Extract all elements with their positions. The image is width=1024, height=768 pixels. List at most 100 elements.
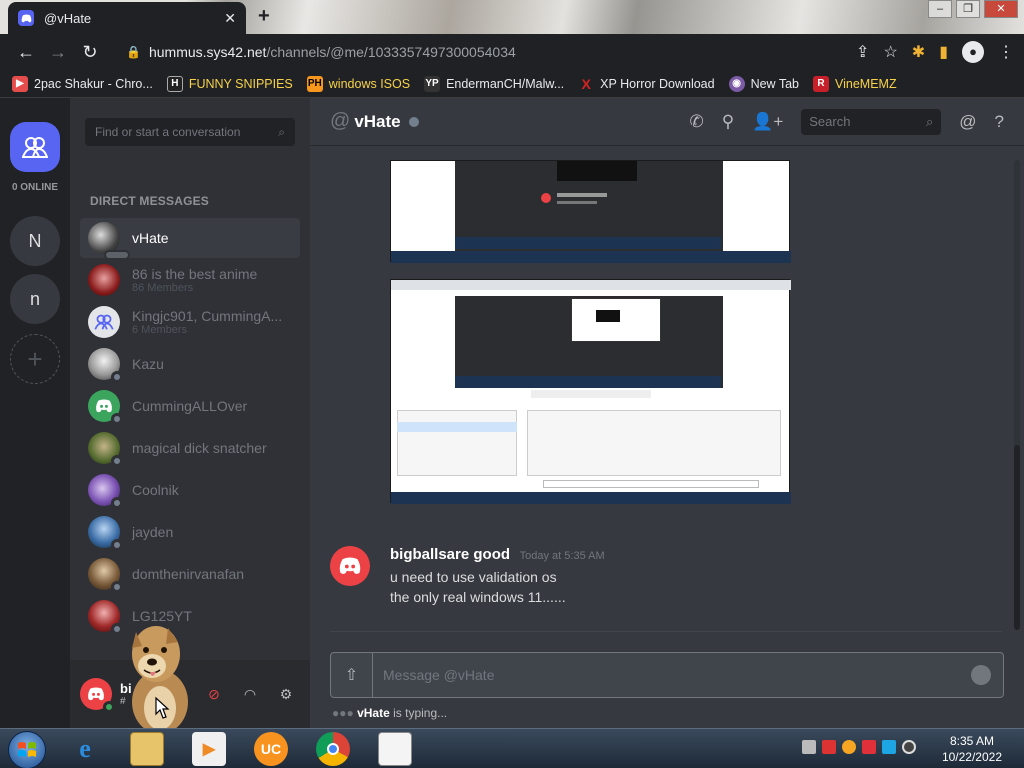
dm-item[interactable]: magical dick snatcher — [80, 428, 300, 468]
media-player-icon[interactable]: ▶ — [192, 732, 226, 766]
dm-text: CummingALLOver — [132, 398, 247, 414]
settings-gear-icon[interactable]: ⚙ — [272, 680, 300, 708]
help-icon[interactable]: ? — [995, 112, 1004, 132]
server-icon[interactable]: N — [10, 216, 60, 266]
bookmark-item[interactable]: PH windows ISOS — [306, 75, 410, 92]
bookmark-label: FUNNY SNIPPIES — [188, 76, 293, 91]
header-actions: ✆ ⚲ 👤+ Search ⌕ @ ? — [689, 108, 1004, 135]
server-icon[interactable]: n — [10, 274, 60, 324]
bookmark-item[interactable]: R VineMEMZ — [813, 75, 897, 92]
dm-name: Kingjc901, CummingA... — [132, 308, 283, 324]
lock-icon[interactable]: 🔒 — [126, 45, 141, 59]
dm-name: Coolnik — [132, 482, 179, 498]
dm-item[interactable]: jayden — [80, 512, 300, 552]
tray-flag-icon[interactable] — [862, 740, 876, 754]
dm-item-group[interactable]: Kingjc901, CummingA... 6 Members — [80, 302, 300, 342]
minimize-button[interactable]: – — [928, 0, 952, 18]
tray-app-icon[interactable] — [802, 740, 816, 754]
find-conversation-input[interactable]: Find or start a conversation ⌕ — [85, 118, 295, 146]
dm-text: domthenirvanafan — [132, 566, 244, 582]
url-path: /channels/@me/1033357497300054034 — [266, 44, 516, 60]
bookmark-item[interactable]: ◉ New Tab — [728, 75, 799, 92]
browser-toolbar: ← → ↻ 🔒 hummus.sys42.net /channels/@me/1… — [0, 34, 1024, 70]
tray-search-icon[interactable] — [842, 740, 856, 754]
voice-call-icon[interactable]: ✆ — [689, 112, 703, 132]
uc-browser-icon[interactable]: UC — [254, 732, 288, 766]
tray-network-icon[interactable] — [882, 740, 896, 754]
dm-name: jayden — [132, 524, 174, 540]
tray-volume-icon[interactable] — [902, 740, 916, 754]
browser-tab[interactable]: @vHate ✕ — [8, 2, 246, 34]
upload-file-icon[interactable]: ⇧ — [331, 653, 373, 697]
attachment-screenshot-image[interactable] — [390, 279, 791, 504]
dm-item-vhate[interactable]: vHate — [80, 218, 300, 260]
profile-avatar-icon[interactable]: ● — [962, 41, 984, 63]
dm-item-group[interactable]: 86 is the best anime 86 Members — [80, 260, 300, 300]
message-input[interactable]: ⇧ Message @vHate — [330, 652, 1004, 698]
dm-name: 86 is the best anime — [132, 266, 258, 282]
clock[interactable]: 8:35 AM 10/22/2022 — [942, 733, 1002, 765]
reload-icon[interactable]: ↻ — [74, 42, 106, 63]
avatar — [88, 348, 123, 383]
scrollbar-thumb[interactable] — [1014, 445, 1020, 630]
chrome-icon[interactable] — [316, 732, 350, 766]
message-scrollbar[interactable] — [1014, 160, 1020, 630]
ph-logo-icon: PH — [306, 75, 323, 92]
side-panel-icon[interactable]: ▮ — [939, 42, 948, 62]
x-logo-icon: X — [581, 75, 591, 92]
restore-button[interactable]: ❐ — [956, 0, 980, 18]
clock-time: 8:35 AM — [949, 734, 994, 748]
avatar — [88, 558, 123, 593]
chat-header: @ vHate ✆ ⚲ 👤+ Search ⌕ @ ? — [310, 98, 1024, 146]
tab-title: @vHate — [44, 10, 92, 26]
dm-item[interactable]: Coolnik — [80, 470, 300, 510]
address-bar[interactable]: 🔒 hummus.sys42.net /channels/@me/1033357… — [114, 38, 774, 66]
dm-item[interactable]: Kazu — [80, 344, 300, 384]
search-icon: ⌕ — [278, 124, 285, 139]
tray-app-icon[interactable] — [822, 740, 836, 754]
internet-explorer-icon[interactable]: e — [68, 732, 102, 766]
dm-name: magical dick snatcher — [132, 440, 267, 456]
start-button[interactable] — [8, 731, 46, 768]
group-avatar-icon — [88, 306, 120, 338]
message-author[interactable]: bigballsare good — [390, 546, 510, 563]
discord-logo-icon — [339, 557, 361, 574]
file-explorer-icon[interactable] — [130, 732, 164, 766]
close-tab-icon[interactable]: ✕ — [224, 10, 236, 27]
forward-arrow-icon[interactable]: → — [42, 42, 74, 63]
extensions-puzzle-icon[interactable]: ✱ — [912, 42, 925, 62]
user-avatar[interactable] — [80, 678, 115, 713]
bookmark-item[interactable]: H FUNNY SNIPPIES — [166, 75, 293, 92]
friends-home-button[interactable] — [10, 122, 60, 172]
avatar — [88, 516, 123, 551]
dm-item[interactable]: CummingALLOver — [80, 386, 300, 426]
close-window-button[interactable]: ✕ — [984, 0, 1018, 18]
new-tab-button[interactable]: + — [258, 5, 270, 28]
bookmark-label: EndermanCH/Malw... — [446, 76, 565, 91]
bookmark-item[interactable]: X XP Horror Download — [578, 75, 715, 92]
emoji-picker-icon[interactable] — [971, 665, 991, 685]
share-icon[interactable]: ⇪ — [856, 42, 869, 62]
status-indicator — [111, 413, 123, 425]
bookmark-label: New Tab — [750, 76, 799, 91]
bookmark-item[interactable]: ▶ 2pac Shakur - Chro... — [12, 75, 153, 92]
notepad-icon[interactable] — [378, 732, 412, 766]
back-arrow-icon[interactable]: ← — [10, 42, 42, 63]
mentions-icon[interactable]: @ — [959, 112, 976, 132]
author-avatar[interactable] — [330, 546, 370, 586]
typing-user: vHate — [357, 706, 390, 720]
message-text: u need to use validation os — [390, 569, 557, 585]
pinned-messages-icon[interactable]: ⚲ — [722, 112, 734, 132]
search-input[interactable]: Search ⌕ — [801, 108, 942, 135]
bookmark-star-icon[interactable]: ☆ — [883, 42, 897, 62]
dm-item[interactable]: domthenirvanafan — [80, 554, 300, 594]
add-friends-to-dm-icon[interactable]: 👤+ — [752, 112, 783, 132]
dm-text: Kazu — [132, 356, 164, 372]
clock-date: 10/22/2022 — [941, 750, 1002, 764]
add-server-button[interactable]: + — [10, 334, 60, 384]
headphones-icon[interactable]: ◠ — [236, 680, 264, 708]
menu-kebab-icon[interactable]: ⋮ — [998, 42, 1014, 62]
bookmark-item[interactable]: YP EndermanCH/Malw... — [424, 75, 565, 92]
attachment-screenshot-image[interactable] — [390, 160, 791, 263]
mute-microphone-icon[interactable]: ⊘ — [200, 680, 228, 708]
